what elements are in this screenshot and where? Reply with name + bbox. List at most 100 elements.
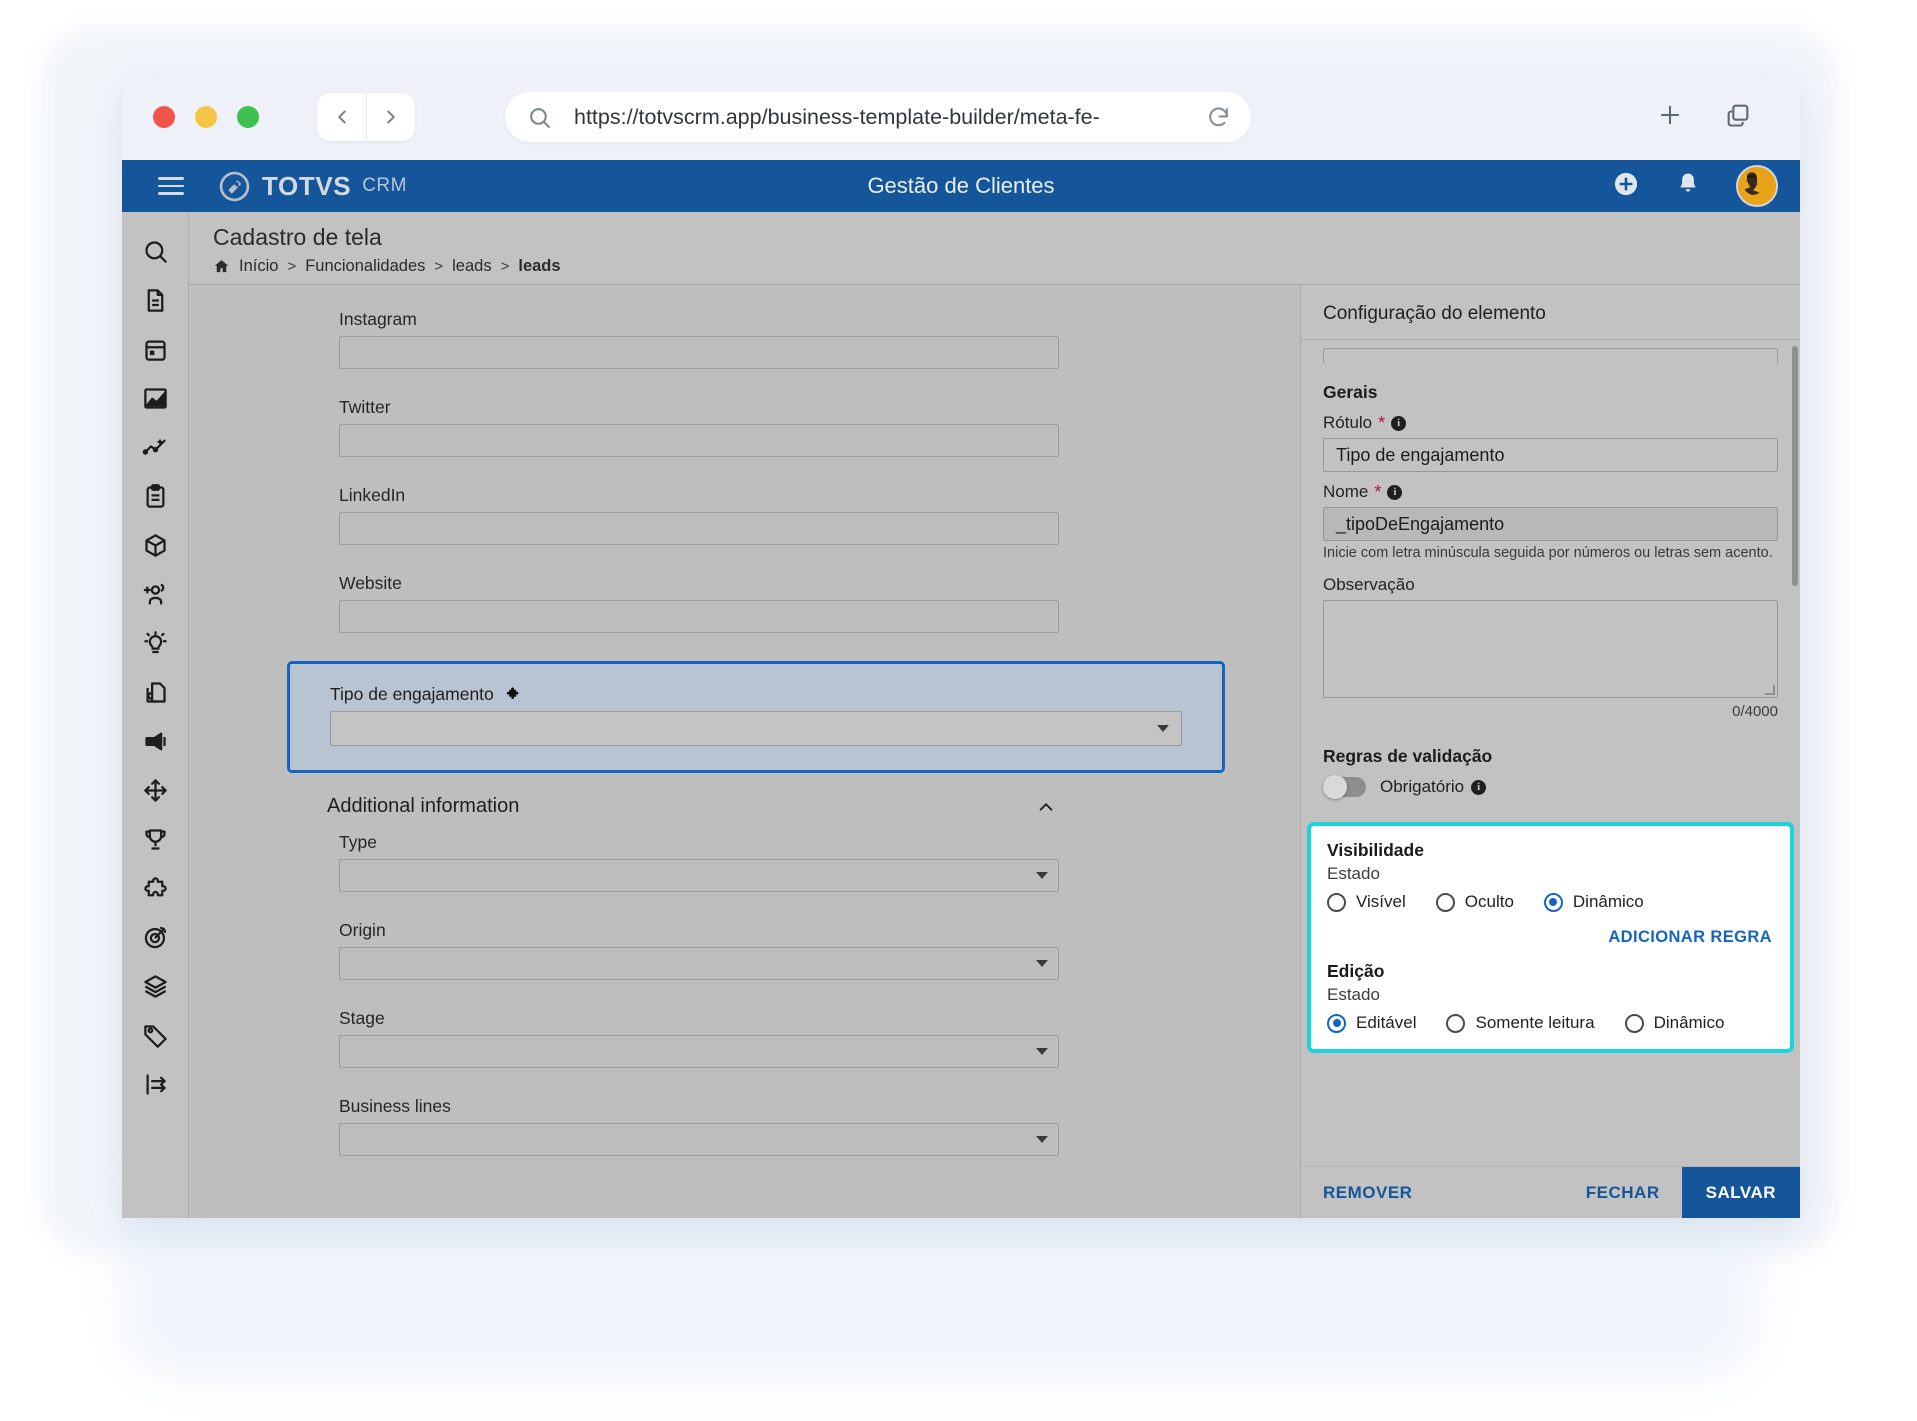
rotulo-input[interactable]: Tipo de engajamento <box>1323 438 1778 472</box>
puzzle-icon[interactable] <box>142 875 169 902</box>
box-icon[interactable] <box>142 532 169 559</box>
field-label: Instagram <box>339 309 417 329</box>
radio-visivel[interactable]: Visível <box>1327 892 1406 912</box>
new-tab-icon[interactable] <box>1656 101 1684 134</box>
remover-button[interactable]: REMOVER <box>1301 1167 1412 1218</box>
header-actions <box>1612 165 1778 207</box>
avatar[interactable] <box>1736 165 1778 207</box>
form-field-instagram: Instagram <box>339 309 1059 369</box>
calendar-icon[interactable] <box>142 336 169 363</box>
radio-button[interactable] <box>1624 1013 1644 1033</box>
radio-label: Somente leitura <box>1475 1013 1595 1032</box>
instagram-input[interactable] <box>339 336 1059 369</box>
origin-select[interactable] <box>339 947 1059 980</box>
add-user-icon[interactable] <box>142 581 169 608</box>
stage-select[interactable] <box>339 1035 1059 1068</box>
info-icon[interactable]: i <box>1471 779 1487 795</box>
minimize-window-button[interactable] <box>195 106 217 128</box>
radio-button-selected[interactable] <box>1327 1013 1346 1033</box>
copy-tabs-icon[interactable] <box>1724 101 1752 134</box>
obrigatorio-label: Obrigatório <box>1380 777 1465 796</box>
adicionar-regra-button[interactable]: ADICIONAR REGRA <box>1327 928 1772 947</box>
clipboard-icon[interactable] <box>142 483 169 510</box>
megaphone-icon[interactable] <box>142 728 169 755</box>
section-title: Additional information <box>327 795 520 817</box>
chevron-down-icon <box>1036 1136 1048 1143</box>
config-panel-title: Configuração do elemento <box>1301 285 1800 340</box>
radio-dinamico-edicao[interactable]: Dinâmico <box>1624 1013 1724 1033</box>
hamburger-icon[interactable] <box>158 177 184 195</box>
document-icon[interactable] <box>142 287 169 314</box>
page-title: Cadastro de tela <box>213 224 382 250</box>
maximize-window-button[interactable] <box>237 106 259 128</box>
field-label: Origin <box>339 920 386 940</box>
field-label: Business lines <box>339 1096 451 1116</box>
move-icon[interactable] <box>142 777 169 804</box>
radio-somente-leitura[interactable]: Somente leitura <box>1446 1013 1595 1033</box>
trophy-icon[interactable] <box>142 826 169 853</box>
home-icon[interactable] <box>213 258 230 275</box>
back-button[interactable] <box>317 93 366 141</box>
card-divider <box>1327 947 1774 961</box>
field-label: Stage <box>339 1008 385 1028</box>
chart-area-icon[interactable] <box>142 385 169 412</box>
radio-oculto[interactable]: Oculto <box>1435 892 1514 912</box>
observacao-textarea[interactable] <box>1323 600 1778 698</box>
type-select[interactable] <box>339 859 1059 892</box>
trend-line-icon[interactable] <box>142 434 169 461</box>
nome-input[interactable]: _tipoDeEngajamento <box>1323 507 1778 541</box>
navigation-buttons <box>317 93 415 141</box>
reload-icon[interactable] <box>1206 105 1237 130</box>
radio-editavel[interactable]: Editável <box>1327 1013 1416 1033</box>
window-controls[interactable] <box>153 106 259 128</box>
salvar-button[interactable]: SALVAR <box>1681 1167 1800 1218</box>
radio-dinamico[interactable]: Dinâmico <box>1543 892 1644 912</box>
radio-button-selected[interactable] <box>1543 892 1563 912</box>
info-icon[interactable]: i <box>1387 484 1403 500</box>
business-lines-select[interactable] <box>339 1123 1059 1156</box>
breadcrumb-item-inicio[interactable]: Início <box>239 257 278 276</box>
fechar-button[interactable]: FECHAR <box>1586 1167 1682 1218</box>
info-icon[interactable]: i <box>1391 415 1407 431</box>
search-icon[interactable] <box>142 238 169 265</box>
tag-icon[interactable] <box>142 1022 169 1049</box>
plus-circle-icon[interactable] <box>1612 170 1640 203</box>
close-window-button[interactable] <box>153 106 175 128</box>
additional-information-header[interactable]: Additional information <box>327 795 1057 818</box>
lightbulb-icon[interactable] <box>142 630 169 657</box>
radio-button[interactable] <box>1327 892 1346 912</box>
website-input[interactable] <box>339 600 1059 633</box>
layers-icon[interactable] <box>142 973 169 1000</box>
edicao-radio-group: Editável Somente leitura Dinâmico <box>1327 1013 1774 1033</box>
gerais-heading: Gerais <box>1323 382 1378 402</box>
browser-window: https://totvscrm.app/business-template-b… <box>122 74 1800 1218</box>
app-header: TOTVS CRM Gestão de Clientes <box>122 160 1800 212</box>
search-icon <box>527 105 552 130</box>
brand-logo: TOTVS CRM <box>218 170 407 203</box>
breadcrumb-item-leads[interactable]: leads <box>452 257 491 276</box>
forward-button[interactable] <box>366 93 415 141</box>
twitter-input[interactable] <box>339 424 1059 457</box>
chevron-up-icon[interactable] <box>1035 796 1057 818</box>
copy-document-icon[interactable] <box>142 679 169 706</box>
tipo-de-engajamento-select[interactable] <box>330 711 1182 746</box>
address-bar[interactable]: https://totvscrm.app/business-template-b… <box>505 92 1251 142</box>
breadcrumb-item-funcionalidades[interactable]: Funcionalidades <box>305 257 425 276</box>
radio-button[interactable] <box>1446 1013 1466 1033</box>
filter-icon[interactable] <box>142 1071 169 1098</box>
target-icon[interactable] <box>142 924 169 951</box>
tipo-de-engajamento-label: Tipo de engajamento <box>330 684 494 704</box>
linkedin-input[interactable] <box>339 512 1059 545</box>
chevron-down-icon <box>1036 1048 1048 1055</box>
brand-subtitle: CRM <box>362 175 407 196</box>
obrigatorio-label-row: Obrigatório i <box>1380 777 1487 797</box>
nome-hint: Inicie com letra minúscula seguida por n… <box>1323 545 1773 561</box>
brand-name: TOTVS <box>262 170 352 201</box>
bell-icon[interactable] <box>1674 170 1702 203</box>
chevron-down-icon <box>1157 725 1169 732</box>
radio-button[interactable] <box>1435 892 1455 912</box>
config-scrollbar[interactable] <box>1792 346 1798 586</box>
rotulo-label-row: Rótulo * i <box>1323 413 1778 433</box>
selected-element-highlight[interactable]: Tipo de engajamento <box>287 661 1225 773</box>
obrigatorio-toggle[interactable] <box>1323 775 1366 799</box>
